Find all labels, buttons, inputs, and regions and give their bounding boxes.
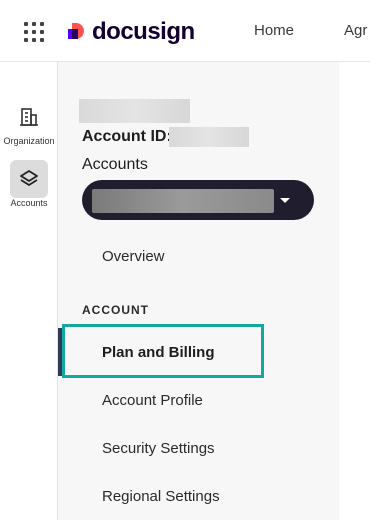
account-id-label: Account ID: — [82, 128, 172, 145]
nav-home[interactable]: Home — [254, 22, 294, 39]
app-launcher-icon[interactable] — [24, 22, 44, 42]
rail-item-accounts[interactable]: Accounts — [0, 160, 58, 208]
rail-label-accounts: Accounts — [10, 198, 48, 208]
layers-icon — [10, 160, 48, 198]
caret-down-icon — [280, 198, 290, 203]
accounts-label: Accounts — [82, 156, 148, 173]
menu-item-overview[interactable]: Overview — [102, 248, 165, 265]
section-heading-account: ACCOUNT — [82, 303, 149, 317]
redacted-selected-account — [92, 189, 274, 213]
brand-name: docusign — [92, 18, 195, 45]
top-bar: docusign Home Agr — [0, 0, 370, 62]
menu-item-account-profile[interactable]: Account Profile — [102, 392, 203, 409]
left-rail: Organization Accounts — [0, 62, 58, 520]
nav-agreements[interactable]: Agr — [344, 22, 367, 39]
rail-label-organization: Organization — [3, 136, 55, 146]
building-icon — [10, 98, 48, 136]
docusign-logo[interactable]: docusign — [68, 18, 195, 46]
rail-item-organization[interactable]: Organization — [0, 98, 58, 146]
redacted-account-id — [169, 127, 249, 147]
redacted-account-name — [79, 99, 190, 123]
menu-item-security-settings[interactable]: Security Settings — [102, 440, 215, 457]
account-nav-panel: Account ID: Accounts Overview ACCOUNT Pl… — [58, 62, 339, 520]
account-selector-dropdown[interactable] — [82, 180, 314, 220]
main-content-area — [339, 62, 370, 520]
docusign-logo-mark-icon — [68, 21, 88, 43]
menu-item-plan-and-billing[interactable]: Plan and Billing — [102, 344, 215, 361]
menu-item-regional-settings[interactable]: Regional Settings — [102, 488, 220, 505]
